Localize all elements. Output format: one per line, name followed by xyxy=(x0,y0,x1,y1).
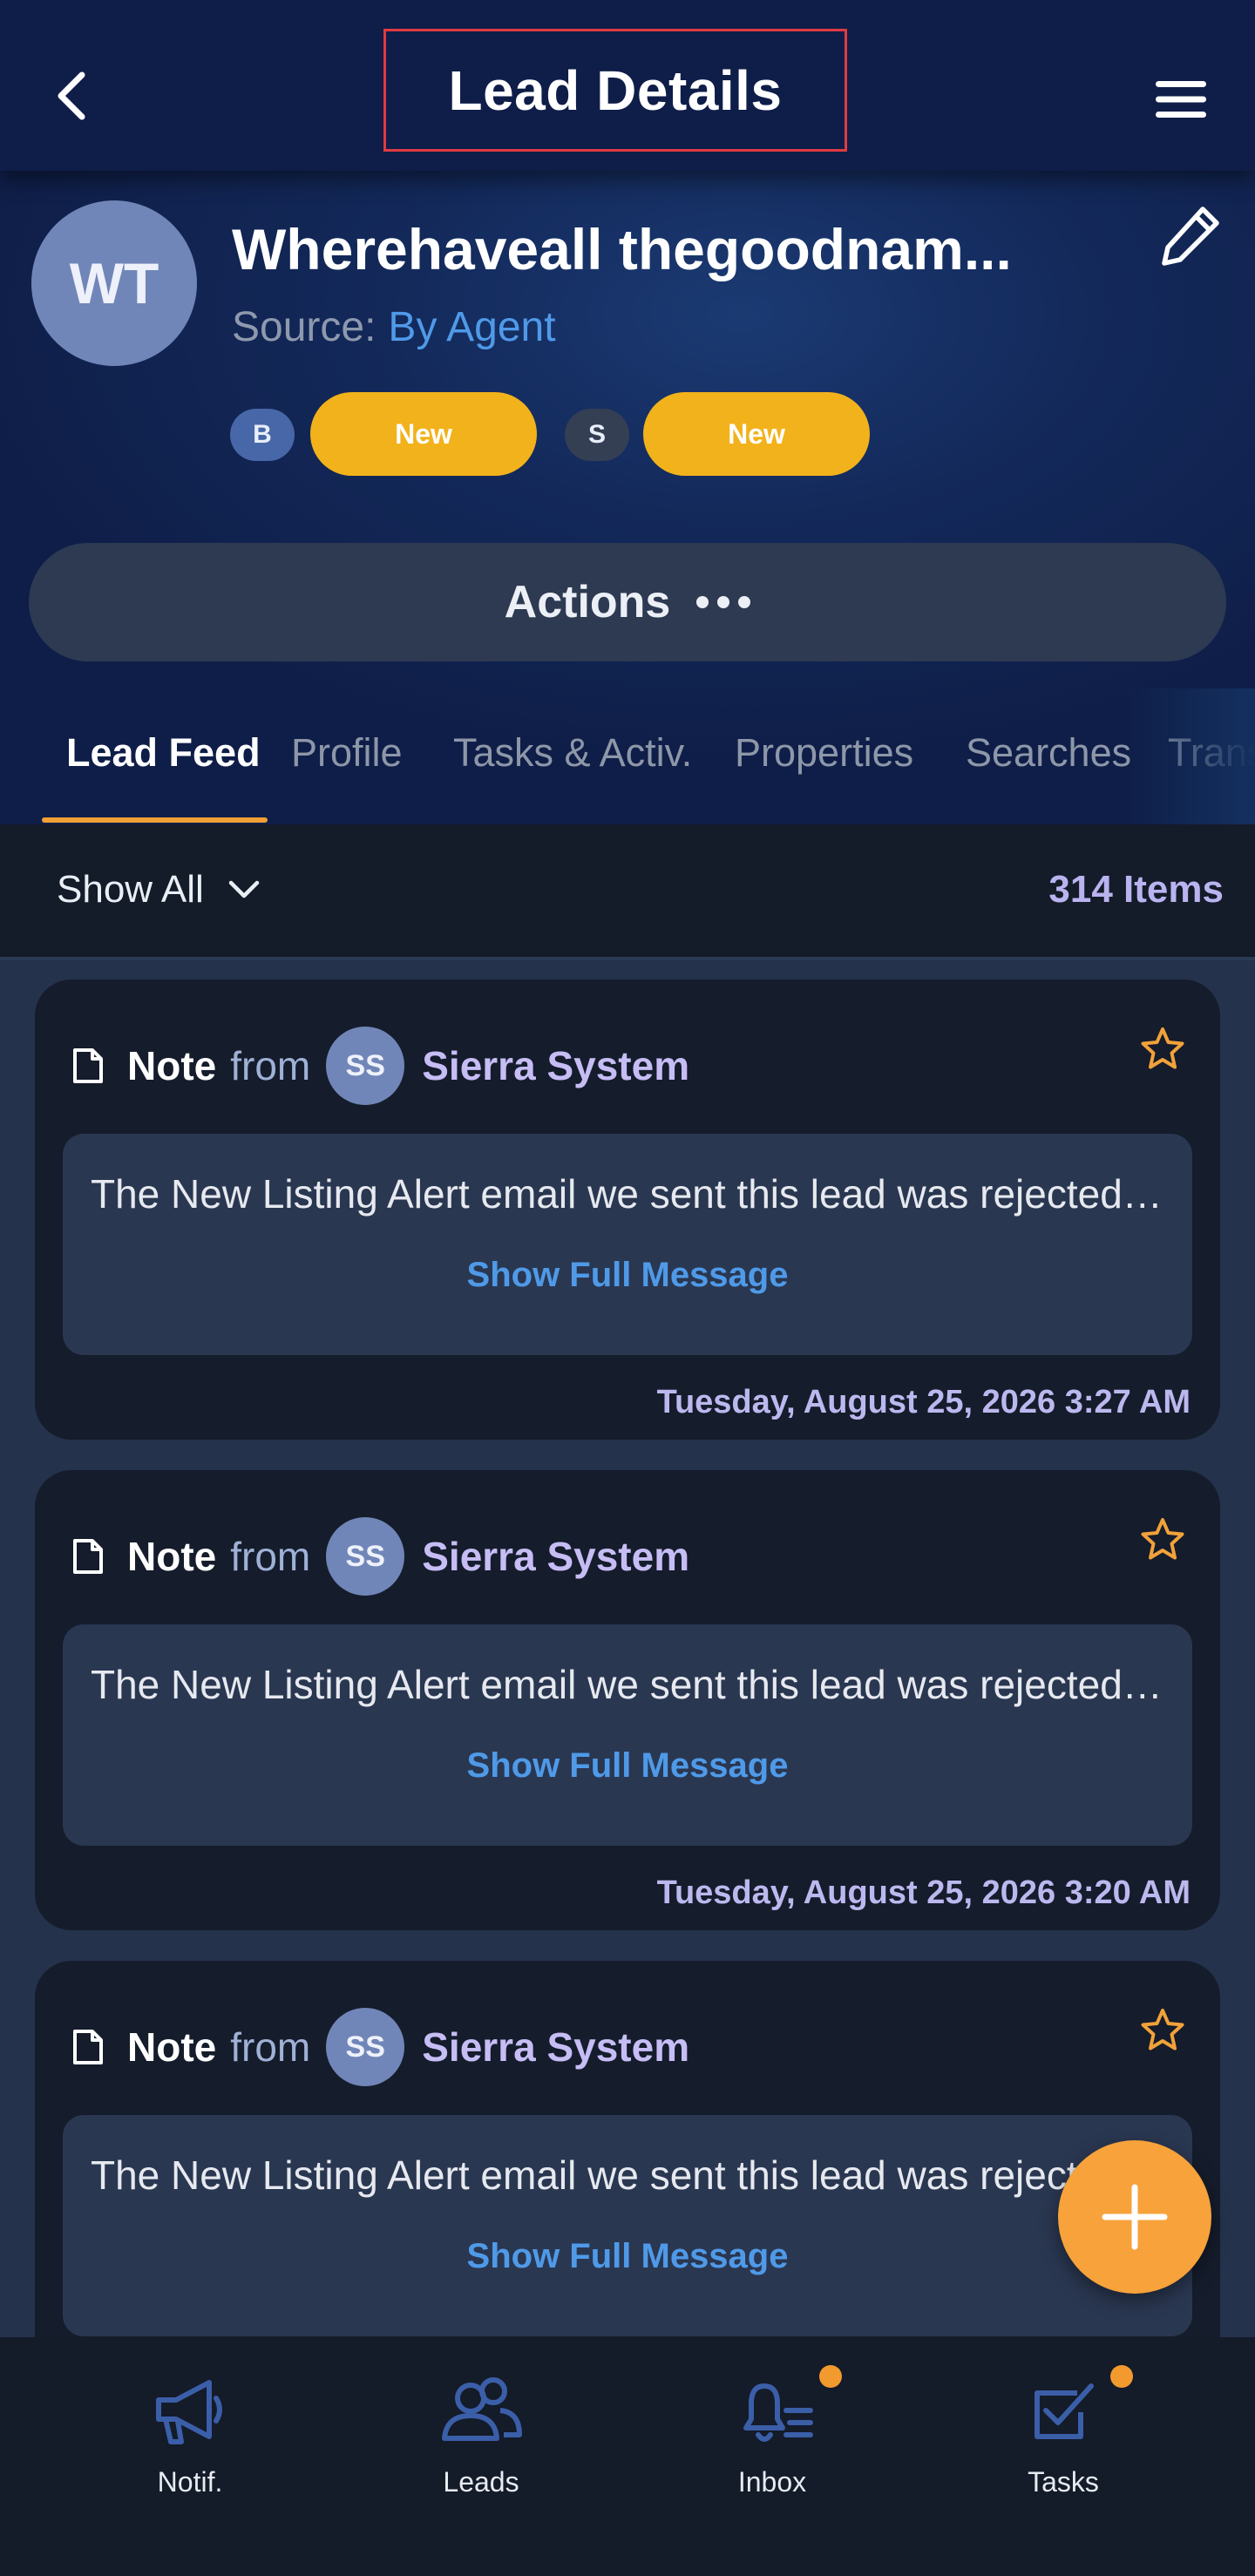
megaphone-icon xyxy=(156,2380,222,2444)
tab-searches[interactable]: Searches xyxy=(966,730,1131,776)
tasks-notification-badge xyxy=(1110,2365,1133,2388)
actions-button[interactable]: Actions xyxy=(29,543,1226,661)
filter-label: Show All xyxy=(57,868,204,911)
nav-notifications[interactable]: Notif. xyxy=(94,2372,286,2512)
nav-label: Leads xyxy=(443,2466,519,2498)
feed-type: Note xyxy=(127,1043,217,1088)
top-app-bar: Lead Details xyxy=(0,0,1255,171)
feed-card[interactable]: Note from SS Sierra System The New Listi… xyxy=(35,1961,1220,2337)
tab-lead-feed[interactable]: Lead Feed xyxy=(66,730,261,776)
card-header: Note from SS Sierra System xyxy=(71,2008,689,2086)
tab-bar: Lead Feed Profile Tasks & Activ. Propert… xyxy=(0,688,1255,824)
task-check-icon xyxy=(1035,2383,1094,2439)
nav-label: Inbox xyxy=(737,2466,807,2498)
message-text: The New Listing Alert email we sent this… xyxy=(91,1171,1171,1217)
tab-profile[interactable]: Profile xyxy=(291,730,403,776)
active-tab-indicator xyxy=(42,817,268,823)
star-icon[interactable] xyxy=(1138,2006,1187,2055)
sender-name: Sierra System xyxy=(422,1534,690,1579)
show-full-message-link[interactable]: Show Full Message xyxy=(63,2237,1192,2276)
sender-avatar: SS xyxy=(326,1517,405,1596)
tab-transactions[interactable]: Trans xyxy=(1168,730,1255,776)
bell-icon xyxy=(743,2383,813,2442)
pencil-icon xyxy=(1162,207,1219,266)
note-icon xyxy=(73,1539,103,1574)
tab-properties[interactable]: Properties xyxy=(735,730,913,776)
feed-filter-bar: Show All 314 Items xyxy=(0,824,1255,960)
nav-inbox[interactable]: Inbox xyxy=(676,2365,868,2512)
sender-avatar: SS xyxy=(326,2008,405,2086)
from-label: from xyxy=(230,1534,311,1579)
nav-leads[interactable]: Leads xyxy=(385,2372,577,2512)
timestamp: Tuesday, August 25, 2026 3:27 AM xyxy=(656,1384,1191,1420)
sender-avatar: SS xyxy=(326,1027,405,1105)
chevron-left-icon xyxy=(58,71,85,120)
users-icon xyxy=(442,2377,522,2441)
seller-status-pill[interactable]: New xyxy=(643,392,870,476)
add-fab-button[interactable] xyxy=(1058,2140,1211,2294)
card-header: Note from SS Sierra System xyxy=(71,1517,689,1596)
from-label: from xyxy=(230,1043,311,1088)
show-full-message-link[interactable]: Show Full Message xyxy=(63,1746,1192,1786)
feed-card[interactable]: Note from SS Sierra System The New Listi… xyxy=(35,1470,1220,1930)
message-text: The New Listing Alert email we sent this… xyxy=(91,2152,1123,2198)
star-icon[interactable] xyxy=(1138,1515,1187,1564)
source-label: Source: xyxy=(232,304,376,350)
note-icon xyxy=(73,2030,103,2064)
tab-tasks-activities[interactable]: Tasks & Activ. xyxy=(453,730,692,776)
inbox-notification-badge xyxy=(819,2365,842,2388)
buyer-stage-badge: B xyxy=(230,409,295,461)
lead-source: Source: By Agent xyxy=(232,303,556,351)
timestamp: Tuesday, August 25, 2026 3:20 AM xyxy=(656,1874,1191,1911)
show-all-dropdown[interactable]: Show All xyxy=(57,868,260,912)
buyer-status-pill[interactable]: New xyxy=(310,392,537,476)
feed-type: Note xyxy=(127,2024,217,2070)
star-icon[interactable] xyxy=(1138,1025,1187,1074)
note-icon xyxy=(73,1048,103,1083)
feed-type: Note xyxy=(127,1534,217,1579)
message-text: The New Listing Alert email we sent this… xyxy=(91,1662,1171,1707)
nav-label: Notif. xyxy=(157,2466,223,2498)
page-title-box: Lead Details xyxy=(383,29,847,152)
lead-feed-list: Note from SS Sierra System The New Listi… xyxy=(0,960,1255,2337)
seller-stage-badge: S xyxy=(565,409,629,461)
nav-label: Tasks xyxy=(1028,2466,1099,2498)
chevron-down-icon xyxy=(228,880,260,898)
message-preview: The New Listing Alert email we sent this… xyxy=(63,1134,1192,1355)
show-full-message-link[interactable]: Show Full Message xyxy=(63,1256,1192,1295)
hamburger-menu-icon xyxy=(1156,81,1206,118)
sender-name: Sierra System xyxy=(422,2024,690,2070)
lead-name: Wherehaveall thegoodnam... xyxy=(232,217,1012,281)
page-title: Lead Details xyxy=(448,58,783,122)
edit-button[interactable] xyxy=(1157,202,1224,268)
item-count: 314 Items xyxy=(1048,868,1224,911)
sender-name: Sierra System xyxy=(422,1043,690,1088)
message-preview: The New Listing Alert email we sent this… xyxy=(63,2115,1192,2336)
plus-icon xyxy=(1102,2184,1168,2250)
feed-card[interactable]: Note from SS Sierra System The New Listi… xyxy=(35,980,1220,1440)
actions-label: Actions xyxy=(504,577,671,627)
lead-avatar: WT xyxy=(31,200,197,366)
back-button[interactable] xyxy=(45,70,98,122)
bottom-navigation: Notif. Leads Inbox Tasks xyxy=(0,2337,1255,2576)
from-label: from xyxy=(230,2024,311,2070)
more-dots-icon xyxy=(696,596,751,608)
menu-button[interactable] xyxy=(1150,73,1211,125)
card-header: Note from SS Sierra System xyxy=(71,1027,689,1105)
message-preview: The New Listing Alert email we sent this… xyxy=(63,1624,1192,1846)
source-value-link[interactable]: By Agent xyxy=(388,304,555,350)
nav-tasks[interactable]: Tasks xyxy=(967,2365,1159,2512)
